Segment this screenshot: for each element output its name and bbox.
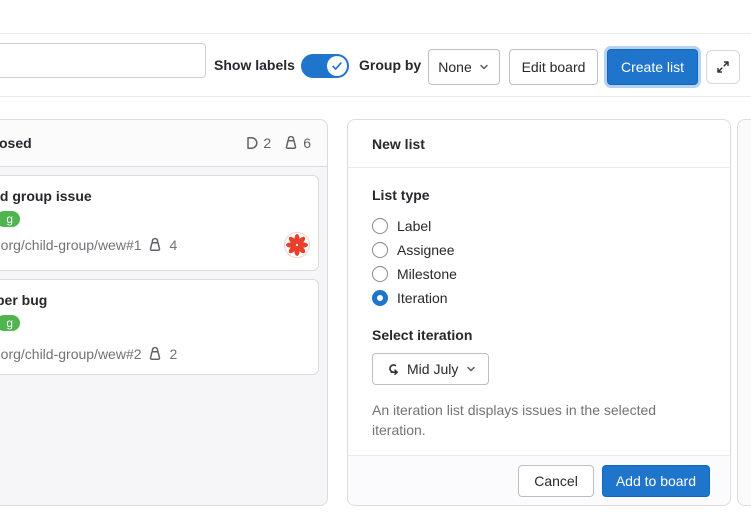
issue-title: ld group issue — [0, 188, 310, 204]
radio-button[interactable] — [372, 218, 388, 234]
avatar-identicon — [285, 233, 309, 257]
issue-meta-row: -org/child-group/wew#1 4 — [0, 232, 310, 258]
iteration-description: An iteration list displays issues in the… — [372, 400, 706, 441]
radio-option-iteration[interactable]: Iteration — [372, 286, 706, 310]
select-iteration-label: Select iteration — [372, 327, 706, 343]
weight-icon — [147, 237, 163, 253]
radio-option-text: Label — [397, 218, 431, 234]
iteration-dropdown[interactable]: Mid July — [372, 353, 489, 385]
issue-card[interactable]: ber bug g -org/child-group/wew#2 2 — [0, 279, 319, 375]
radio-option-milestone[interactable]: Milestone — [372, 262, 706, 286]
weight-icon — [147, 346, 163, 362]
chevron-down-icon — [478, 61, 490, 73]
radio-button-selected[interactable] — [372, 290, 388, 306]
edit-board-button[interactable]: Edit board — [509, 49, 598, 85]
radio-option-assignee[interactable]: Assignee — [372, 238, 706, 262]
iteration-value: Mid July — [407, 361, 458, 377]
radio-button[interactable] — [372, 266, 388, 282]
add-to-board-label: Add to board — [616, 473, 696, 489]
issue-label-badge[interactable]: g — [0, 211, 20, 227]
create-list-label: Create list — [621, 59, 684, 75]
issue-reference: -org/child-group/wew#1 — [0, 237, 142, 253]
next-column-edge — [737, 119, 751, 506]
label-text: g — [6, 316, 13, 330]
board-page: Show labels Group by None Edit board Cre… — [0, 0, 751, 523]
issues-icon — [243, 135, 259, 151]
cancel-label: Cancel — [534, 473, 578, 489]
radio-option-text: Milestone — [397, 266, 457, 282]
new-list-panel: New list List type Label Assignee Milest… — [347, 119, 731, 506]
radio-button[interactable] — [372, 242, 388, 258]
weight-icon — [283, 135, 299, 151]
weight-total: 6 — [303, 135, 311, 151]
column-header[interactable]: osed 2 6 — [0, 120, 327, 167]
assignee-avatar[interactable] — [284, 232, 310, 258]
new-list-footer: Cancel Add to board — [348, 455, 730, 505]
radio-option-text: Iteration — [397, 290, 448, 306]
issue-meta-row: -org/child-group/wew#2 2 — [0, 346, 310, 362]
maximize-icon — [715, 59, 731, 75]
new-list-header: New list — [348, 120, 730, 168]
issue-weight: 2 — [170, 346, 178, 362]
group-by-label: Group by — [359, 57, 421, 73]
issue-card[interactable]: ld group issue g -org/child-group/wew#1 … — [0, 175, 319, 271]
edit-board-label: Edit board — [522, 59, 586, 75]
group-by-value: None — [438, 59, 471, 75]
chevron-down-icon — [465, 363, 477, 375]
list-type-label: List type — [372, 187, 706, 203]
create-list-button[interactable]: Create list — [607, 49, 698, 85]
show-labels-label: Show labels — [214, 57, 295, 73]
issue-reference: -org/child-group/wew#2 — [0, 346, 142, 362]
issue-weight: 4 — [170, 237, 178, 253]
new-list-title: New list — [372, 136, 425, 152]
new-list-body: List type Label Assignee Milestone Itera… — [348, 168, 730, 441]
iteration-icon — [384, 361, 400, 377]
toggle-knob — [327, 56, 347, 76]
column-body: ld group issue g -org/child-group/wew#1 … — [0, 167, 327, 505]
radio-option-label[interactable]: Label — [372, 214, 706, 238]
show-labels-toggle[interactable] — [301, 54, 349, 78]
fullscreen-button[interactable] — [706, 50, 740, 84]
label-text: g — [6, 212, 13, 226]
filter-input[interactable] — [0, 43, 206, 78]
issue-count: 2 — [263, 135, 271, 151]
check-icon — [331, 60, 343, 72]
column-counters: 2 6 — [243, 135, 311, 151]
column-title: osed — [0, 135, 32, 151]
issue-label-badge[interactable]: g — [0, 315, 20, 331]
group-by-dropdown[interactable]: None — [428, 49, 500, 85]
cancel-button[interactable]: Cancel — [518, 465, 594, 497]
issue-title: ber bug — [0, 292, 310, 308]
add-to-board-button[interactable]: Add to board — [602, 465, 710, 497]
radio-option-text: Assignee — [397, 242, 455, 258]
board-toolbar: Show labels Group by None Edit board Cre… — [0, 33, 751, 97]
board-column-closed: osed 2 6 ld group issue g -o — [0, 119, 328, 506]
